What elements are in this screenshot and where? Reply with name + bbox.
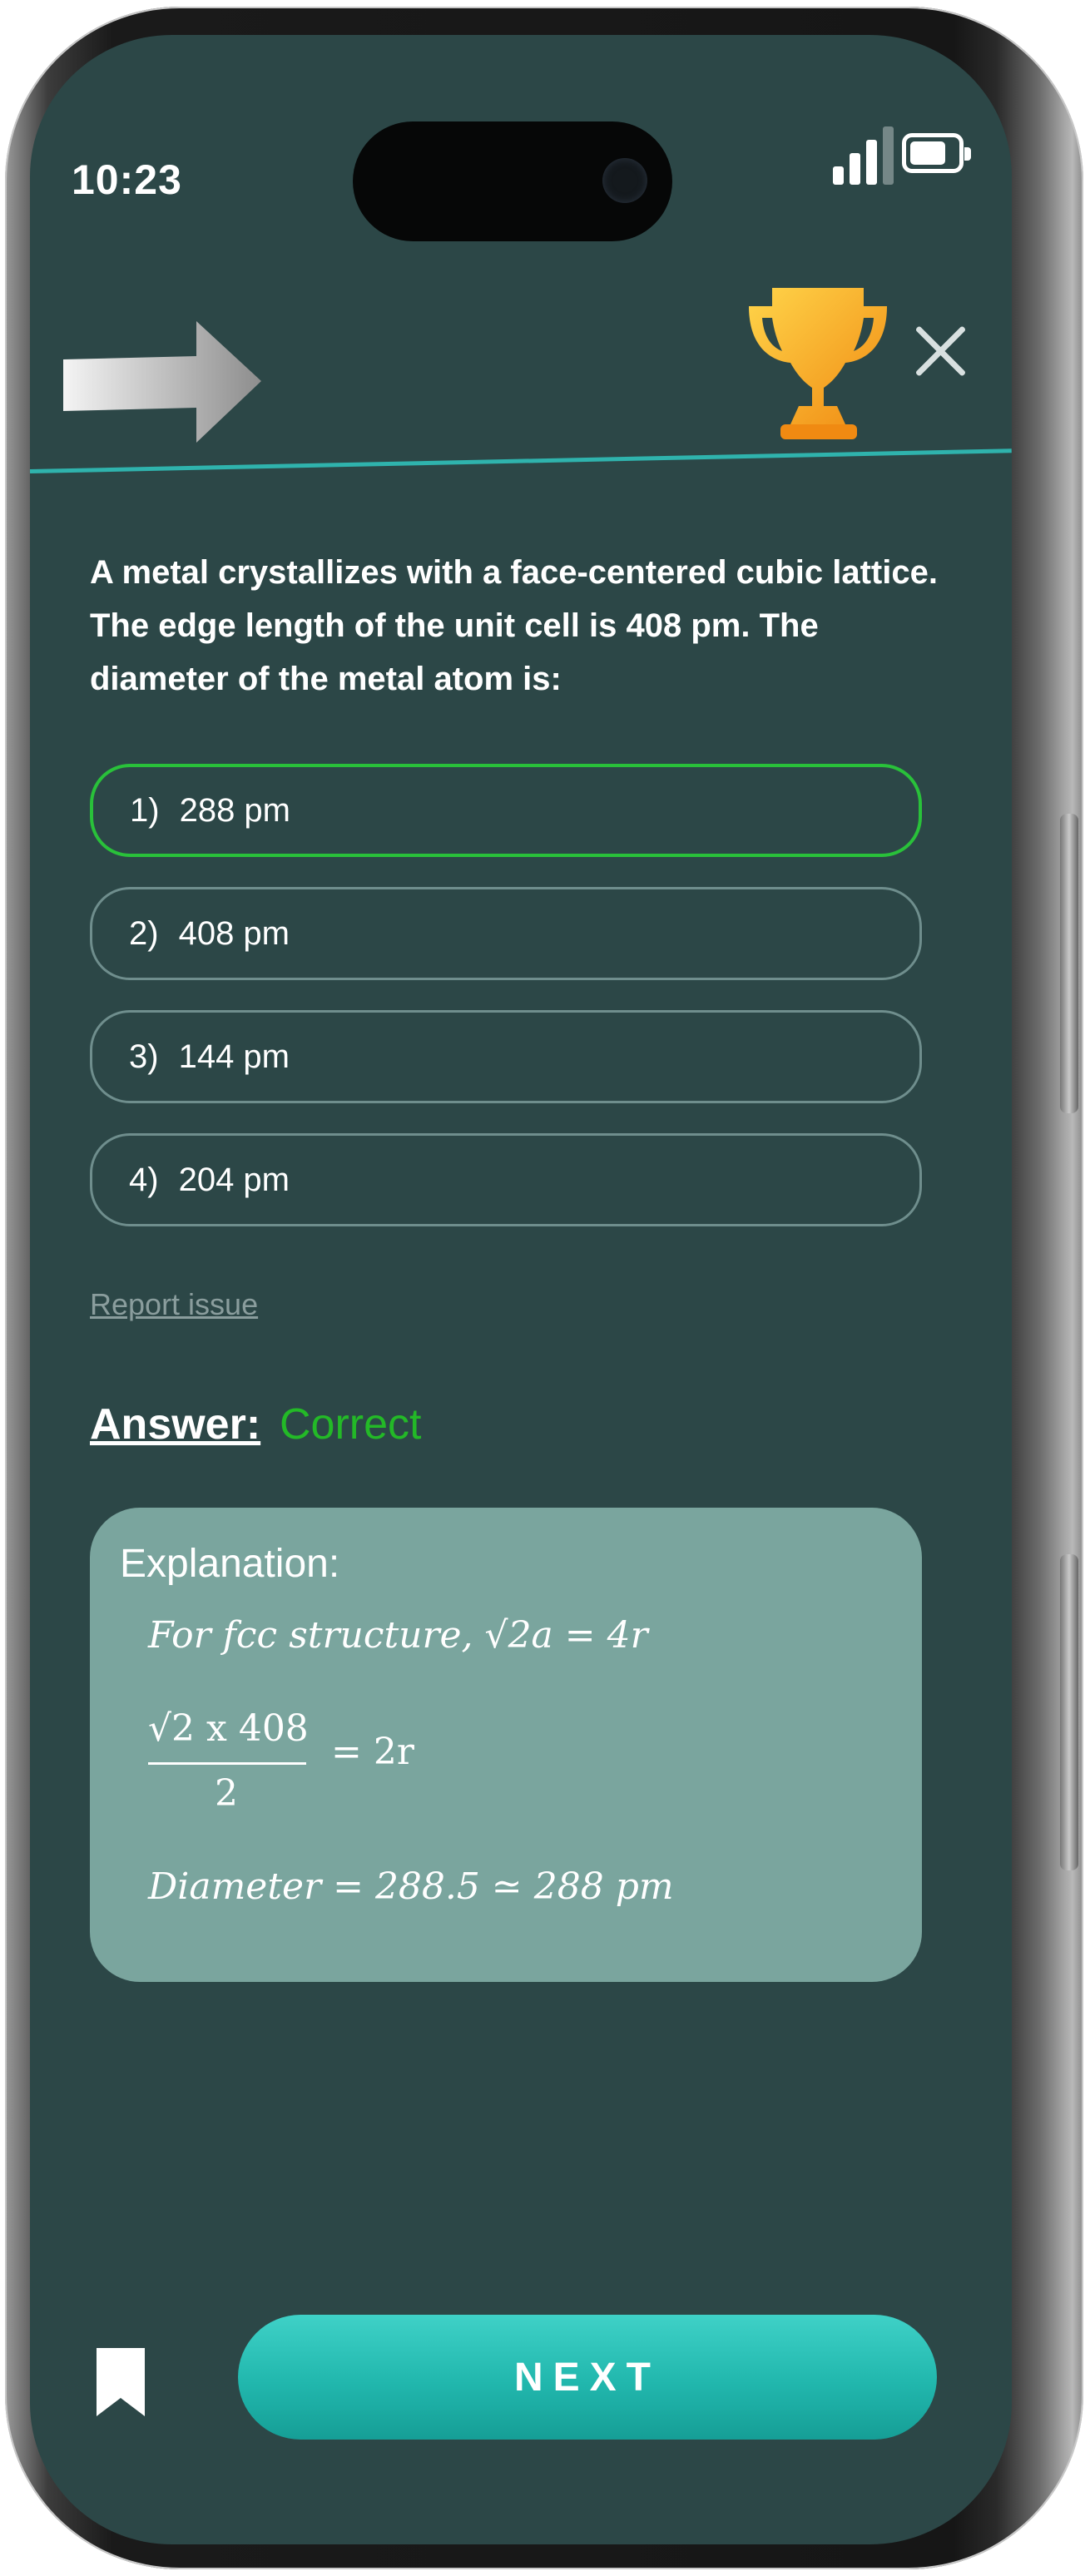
option-number: 2) (129, 914, 159, 952)
option-1[interactable]: 1) 288 pm (90, 764, 922, 857)
side-button (1060, 1554, 1078, 1870)
camera-icon (602, 158, 647, 203)
next-button[interactable]: NEXT (238, 2315, 937, 2440)
fraction-numerator: √2 x 408 (148, 1707, 309, 1750)
option-label: 288 pm (179, 791, 290, 829)
option-label: 144 pm (178, 1038, 290, 1075)
app-screen: 10:23 A metal crystallizes with a face-c… (30, 35, 1012, 2544)
option-3[interactable]: 3) 144 pm (90, 1010, 922, 1103)
arrow-right-icon[interactable] (63, 318, 288, 451)
close-icon[interactable] (907, 318, 974, 384)
dynamic-island (353, 121, 672, 241)
option-4[interactable]: 4) 204 pm (90, 1133, 922, 1226)
bookmark-icon[interactable] (97, 2348, 145, 2416)
fraction-denominator: 2 (215, 1772, 238, 1815)
explanation-title: Explanation: (120, 1542, 340, 1586)
answer-label: Answer: (90, 1400, 261, 1449)
explanation-result: Diameter = 288.5 ≃ 288 pm (148, 1865, 674, 1908)
question-text: A metal crystallizes with a face-centere… (90, 554, 938, 697)
fraction-rhs: = 2r (331, 1731, 414, 1773)
status-time: 10:23 (72, 156, 182, 203)
phone-frame: 10:23 A metal crystallizes with a face-c… (5, 7, 1083, 2569)
option-label: 204 pm (178, 1161, 290, 1198)
option-number: 3) (129, 1038, 159, 1075)
report-issue-link[interactable]: Report issue (90, 1287, 258, 1322)
header-divider (30, 448, 1012, 473)
option-number: 1) (130, 791, 160, 829)
signal-icon (833, 126, 894, 185)
trophy-icon[interactable] (747, 281, 889, 444)
battery-icon (902, 133, 971, 173)
option-label: 408 pm (178, 914, 290, 952)
option-number: 4) (129, 1161, 159, 1198)
answer-value: Correct (280, 1400, 422, 1449)
option-2[interactable]: 2) 408 pm (90, 887, 922, 980)
explanation-line: For fcc structure, √2a = 4r (148, 1614, 648, 1657)
fraction-bar (148, 1762, 306, 1765)
explanation-card: Explanation: For fcc structure, √2a = 4r… (90, 1508, 922, 1982)
side-button (1060, 814, 1078, 1113)
